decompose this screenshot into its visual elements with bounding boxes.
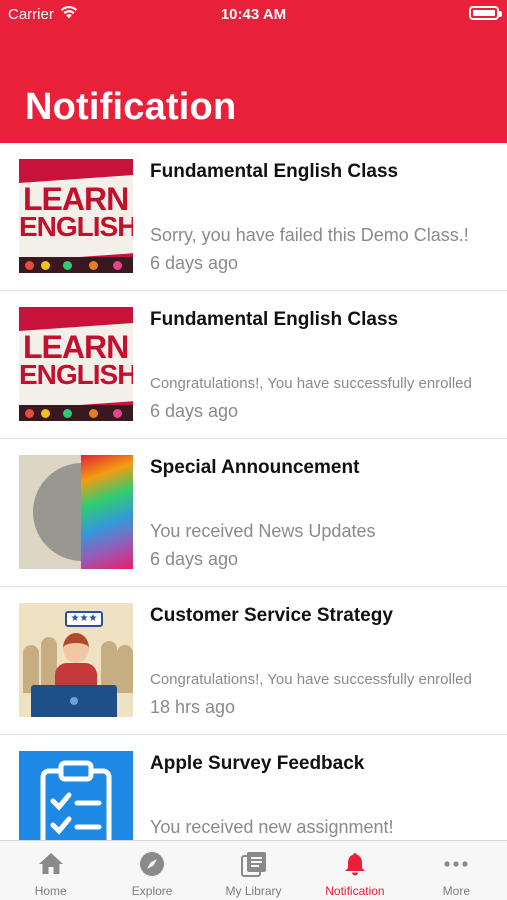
tab-notification[interactable]: Notification	[304, 841, 405, 900]
notification-title: Fundamental English Class	[150, 309, 399, 330]
notification-time: 6 days ago	[150, 549, 239, 569]
battery-icon	[469, 6, 502, 20]
notification-time: 18 hrs ago	[150, 697, 236, 717]
library-icon	[240, 852, 266, 877]
notification-item[interactable]: Special Announcement You received News U…	[0, 439, 507, 587]
notification-message: Congratulations!, You have successfully …	[150, 671, 472, 688]
more-dots-icon	[444, 861, 468, 867]
header-bar: Carrier 10:43 AM Notification	[0, 0, 507, 143]
notification-item[interactable]: LEARN ENGLISH Fundamental English Class …	[0, 291, 507, 439]
status-bar: Carrier 10:43 AM	[0, 0, 507, 28]
notification-time: 6 days ago	[150, 401, 239, 421]
tab-label: Home	[34, 884, 67, 898]
home-icon	[38, 853, 63, 874]
notification-item[interactable]: Apple Survey Feedback You received new a…	[0, 735, 507, 840]
notification-title: Customer Service Strategy	[150, 605, 393, 626]
tab-label: Explore	[131, 884, 173, 898]
notification-title: Apple Survey Feedback	[150, 753, 365, 774]
page-title: Notification	[25, 86, 237, 128]
notification-message: Sorry, you have failed this Demo Class.!	[150, 225, 469, 245]
notification-item[interactable]: LEARN ENGLISH Fundamental English Class …	[0, 143, 507, 291]
tab-explore[interactable]: Explore	[101, 841, 202, 900]
learn-english-image: LEARN ENGLISH	[19, 159, 133, 273]
brain-art-image	[19, 455, 133, 569]
compass-icon	[140, 852, 165, 876]
notification-message: You received News Updates	[150, 521, 376, 541]
tab-my-library[interactable]: My Library	[203, 841, 304, 900]
notification-message: You received new assignment!	[150, 817, 394, 837]
notification-title: Special Announcement	[150, 457, 360, 478]
tab-more[interactable]: More	[406, 841, 507, 900]
tab-label: Notification	[325, 884, 385, 898]
clock: 10:43 AM	[220, 6, 287, 23]
tab-label: My Library	[225, 884, 282, 898]
customer-service-image: ★★★	[19, 603, 133, 717]
tab-bar: Home Explore My Library Notification Mor…	[0, 840, 507, 900]
tab-home[interactable]: Home	[0, 841, 101, 900]
bell-icon	[344, 853, 365, 876]
notification-message: Congratulations!, You have successfully …	[150, 375, 472, 392]
clipboard-checklist-image	[19, 751, 133, 840]
tab-label: More	[442, 884, 470, 898]
notification-time: 6 days ago	[150, 253, 239, 273]
learn-english-image: LEARN ENGLISH	[19, 307, 133, 421]
notification-list[interactable]: LEARN ENGLISH Fundamental English Class …	[0, 143, 507, 840]
notification-item[interactable]: ★★★ Customer Service Strategy Congratula…	[0, 587, 507, 735]
notification-title: Fundamental English Class	[150, 161, 399, 182]
